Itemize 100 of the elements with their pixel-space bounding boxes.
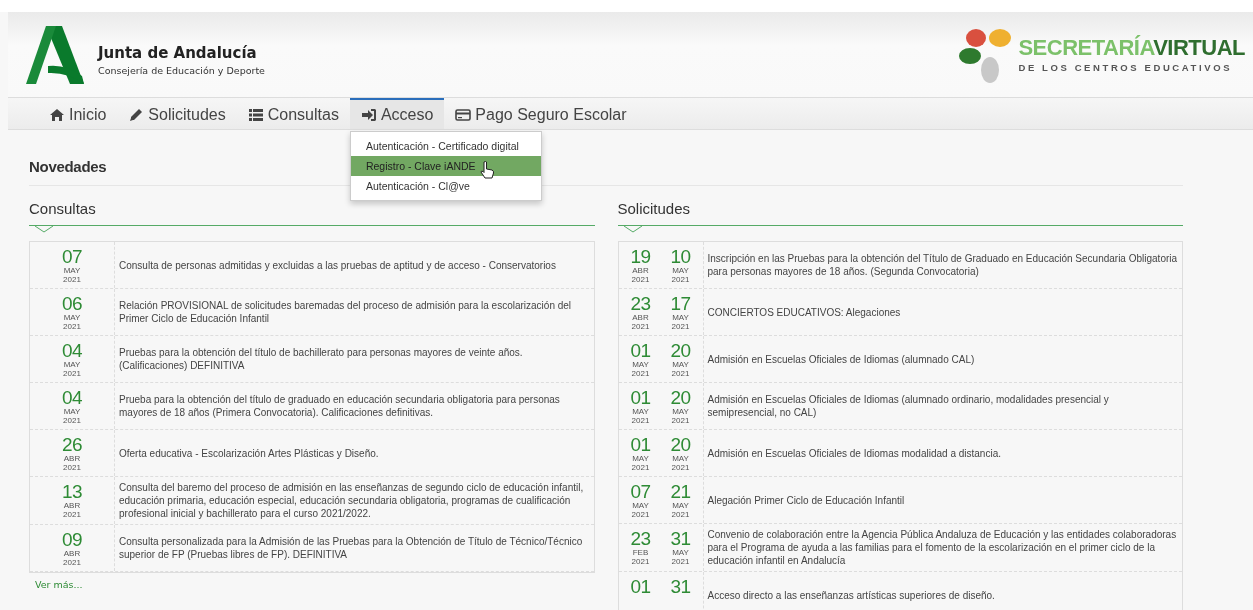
date-month: MAY (672, 313, 689, 322)
date-month: ABR (63, 549, 81, 558)
date-year: 2021 (671, 369, 690, 378)
brand-subtitle: DE LOS CENTROS EDUCATIVOS (1018, 61, 1233, 73)
date-day: 09 (61, 530, 83, 549)
date-year: 2021 (631, 416, 650, 425)
nav-tab[interactable]: Pago Seguro Escolar (444, 98, 638, 129)
news-text[interactable]: Consulta del baremo del proceso de admisión en las enseñanzas de segundo ciclo de educación infantil, educación primaria, educación especial, educación secundaria obligatoria, programas de cualificación profesional inicial y bachillerato para el curso 2021/2022. (119, 481, 590, 520)
date-month: ABR (632, 313, 649, 322)
request-text[interactable]: Acceso directo a las enseñanzas artísticas superiores de diseño. (707, 588, 995, 602)
date-year: 2021 (63, 416, 81, 425)
menu-item[interactable]: Autenticación - Cl@ve (350, 176, 541, 196)
date-month: MAY (632, 407, 649, 416)
date-month: FEB (632, 548, 649, 557)
date-month: MAY (672, 360, 689, 369)
date-day: 07 (630, 482, 651, 501)
news-text[interactable]: Oferta educativa - Escolarización Artes Plásticas y Diseño. (119, 446, 379, 460)
date-year: 2021 (631, 369, 650, 378)
news-text[interactable]: Consulta personalizada para la Admisión de las Pruebas para la Obtención de Título de Técnico/Técnico superior de FP (Pruebas libres de FP). DEFINITIVA (119, 535, 590, 561)
date-month: ABR (63, 454, 81, 463)
date-day: 04 (61, 388, 83, 407)
date-year: 2021 (63, 322, 81, 331)
brand-title: SECRETARÍAVIRTUAL (1018, 36, 1245, 59)
date-year: 2021 (671, 463, 690, 472)
date-year: 2021 (631, 463, 650, 472)
date-day: 01 (630, 435, 651, 454)
date-month: MAY (672, 454, 689, 463)
date-day: 17 (670, 294, 691, 313)
date-year: 2021 (63, 275, 81, 284)
request-text[interactable]: Convenio de colaboración entre la Agencia Pública Andaluza de Educación y las entidades colaboradoras para el Programa de ayuda a las familias para el fomento de la escolarización en el primer ciclo de la educación infantil en Andalucía (707, 528, 1178, 567)
date-month: MAY (632, 501, 649, 510)
nav-tab[interactable]: Solicitudes (117, 98, 237, 129)
date-day: 23 (630, 294, 651, 313)
date-month: MAY (672, 266, 689, 275)
hand-cursor-icon (478, 161, 495, 179)
date-year: 2021 (63, 369, 81, 378)
date-day: 31 (670, 577, 691, 596)
menu-item[interactable]: Registro - Clave iANDE (350, 156, 541, 176)
date-month: MAY (63, 266, 81, 275)
date-year: 2021 (671, 557, 690, 566)
date-year: 2021 (631, 322, 650, 331)
date-year: 2021 (671, 510, 690, 519)
date-month: ABR (63, 501, 81, 510)
date-month: MAY (672, 548, 689, 557)
date-day: 04 (61, 341, 83, 360)
date-day: 10 (670, 247, 691, 266)
see-more-link[interactable]: Ver más... (35, 579, 83, 590)
nav-tab[interactable]: Inicio (38, 98, 118, 129)
request-text[interactable]: Admisión en Escuelas Oficiales de Idiomas (alumnado CAL) (707, 352, 975, 366)
date-month: ABR (632, 266, 649, 275)
nav-tab[interactable]: Acceso (349, 98, 445, 129)
pencil-icon (128, 106, 145, 123)
date-month: MAY (672, 501, 689, 510)
news-text[interactable]: Prueba para la obtención del título de graduado en educación secundaria obligatoria para personas mayores de 18 años (Primera Convocatoria). Calificaciones definitivas. (119, 393, 590, 419)
date-day: 20 (670, 341, 691, 360)
date-year: 2021 (63, 463, 81, 472)
date-day: 21 (670, 482, 691, 501)
date-day: 01 (630, 341, 651, 360)
date-year: 2021 (631, 510, 650, 519)
date-day: 13 (61, 482, 83, 501)
date-day: 31 (670, 529, 691, 548)
date-year: 2021 (631, 557, 650, 566)
date-year: 2021 (63, 558, 81, 567)
date-day: 20 (670, 388, 691, 407)
home-icon (49, 106, 65, 123)
date-month: MAY (632, 360, 649, 369)
request-text[interactable]: Admisión en Escuelas Oficiales de Idiomas modalidad a distancia. (707, 446, 1001, 460)
site-title: Junta de Andalucía (98, 43, 258, 62)
date-month: MAY (63, 313, 81, 322)
request-text[interactable]: Admisión en Escuelas Oficiales de Idiomas (alumnado ordinario, modalidades presencial y semipresencial, no CAL) (707, 393, 1178, 419)
news-text[interactable]: Pruebas para la obtención del título de bachillerato para personas mayores de veinte años. (Calificaciones) DEFINITIVA (119, 346, 590, 372)
date-year: 2021 (631, 275, 650, 284)
request-text[interactable]: CONCIERTOS EDUCATIVOS: Alegaciones (707, 305, 901, 319)
site-subtitle: Consejería de Educación y Deporte (98, 64, 265, 76)
date-month: MAY (63, 360, 81, 369)
news-text[interactable]: Consulta de personas admitidas y excluidas a las pruebas de aptitud y de acceso - Conservatorios (119, 258, 556, 272)
nav-tab[interactable]: Consultas (236, 98, 350, 129)
date-year: 2021 (671, 275, 690, 284)
date-day: 06 (61, 294, 83, 313)
date-day: 07 (61, 247, 83, 266)
credit-card-icon (455, 106, 472, 123)
date-day: 20 (670, 435, 691, 454)
date-month: MAY (632, 454, 649, 463)
request-text[interactable]: Inscripción en las Pruebas para la obtención del Título de Graduado en Educación Secundaria Obligatoria para personas mayores de 18 años. (Segunda Convocatoria) (707, 252, 1178, 278)
request-text[interactable]: Alegación Primer Ciclo de Educación Infantil (707, 493, 905, 507)
date-month: MAY (63, 407, 81, 416)
date-year: 2021 (671, 416, 690, 425)
sign-in-icon (360, 106, 377, 123)
date-year: 2021 (671, 322, 690, 331)
list-icon (247, 106, 264, 123)
date-day: 01 (630, 388, 651, 407)
column-heading: Consultas (29, 200, 97, 219)
column-heading: Solicitudes (617, 200, 692, 219)
date-day: 23 (630, 529, 651, 548)
menu-item[interactable]: Autenticación - Certificado digital (350, 136, 541, 156)
date-day: 19 (630, 247, 651, 266)
date-day: 26 (61, 435, 83, 454)
date-day: 01 (630, 577, 651, 596)
date-month: MAY (672, 407, 689, 416)
news-text[interactable]: Relación PROVISIONAL de solicitudes baremadas del proceso de admisión para la escolarización del Primer Ciclo de Educación Infantil (119, 299, 590, 325)
